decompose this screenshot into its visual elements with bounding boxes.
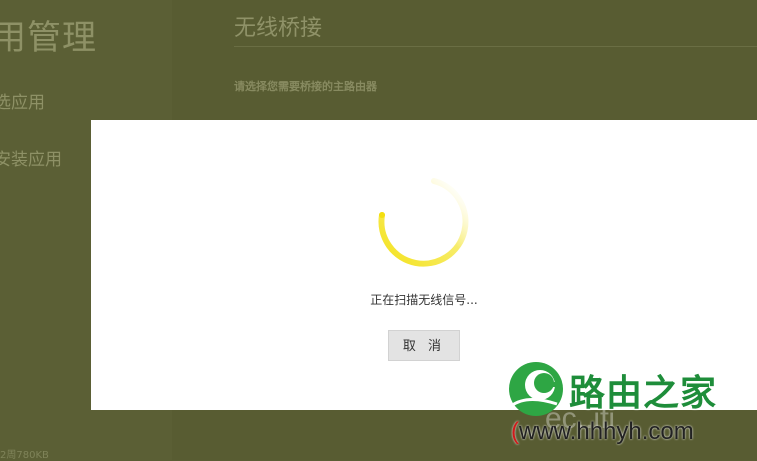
cancel-button[interactable]: 取 消 (388, 330, 460, 361)
scan-status-text: 正在扫描无线信号... (370, 293, 478, 307)
watermark-url-paren: ( (511, 418, 519, 445)
storage-info: 2周780KB (0, 450, 49, 461)
page-title: 无线桥接 (234, 16, 323, 41)
title-divider (234, 46, 757, 47)
watermark-url: (www.hhhyh.com (511, 418, 694, 446)
loading-spinner-icon (378, 178, 469, 267)
sidebar-item-installed[interactable]: 安装应用 (0, 145, 62, 170)
watermark-url-text: www.hhhyh.com (519, 418, 694, 445)
watermark: ec..ifi 路由之家 (www.hhhyh.com (505, 354, 757, 460)
sidebar-item-apps[interactable]: 选应用 (0, 88, 45, 113)
page-subtitle: 请选择您需要桥接的主路由器 (234, 80, 377, 93)
sidebar-title: 用管理 (0, 18, 97, 58)
watermark-brand-name: 路由之家 (569, 373, 718, 414)
